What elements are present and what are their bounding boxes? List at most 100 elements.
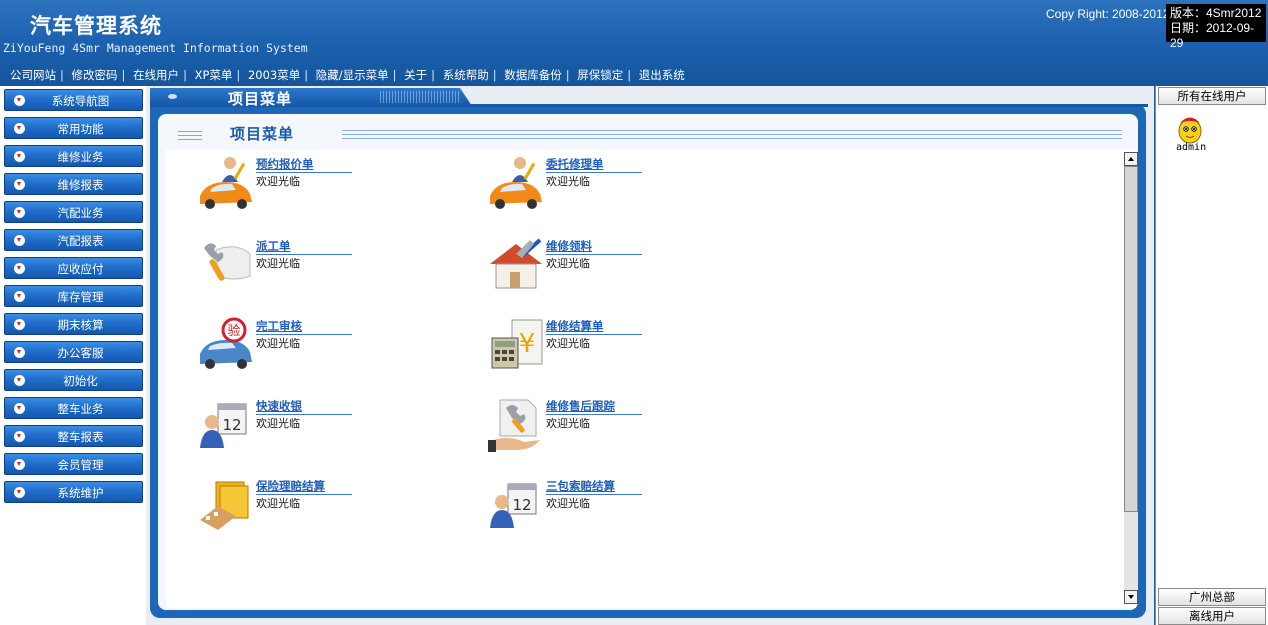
menu-xp[interactable]: XP菜单	[195, 68, 233, 82]
scroll-down-button[interactable]	[1124, 590, 1138, 604]
menu-company-site[interactable]: 公司网站	[10, 68, 56, 82]
date-text: 日期：2012-09-29	[1170, 21, 1255, 50]
nav-period-accounting[interactable]: 期末核算	[4, 313, 143, 335]
nav-parts-reports[interactable]: 汽配报表	[4, 229, 143, 251]
menu-item-desc: 欢迎光临	[256, 337, 300, 350]
nav-receivable-payable[interactable]: 应收应付	[4, 257, 143, 279]
house-tools-icon	[490, 238, 542, 289]
menu-item-desc: 欢迎光临	[256, 257, 300, 270]
svg-text:12: 12	[512, 496, 531, 514]
sidebar: 系统导航图 常用功能 维修业务 维修报表 汽配业务 汽配报表 应收应付 库存管理…	[0, 86, 147, 625]
nav-repair-reports[interactable]: 维修报表	[4, 173, 143, 195]
menu-item-quick-cashier[interactable]: 12 快速收银 欢迎光临	[196, 396, 396, 458]
offline-users-button[interactable]: 离线用户	[1158, 607, 1266, 625]
online-users-panel: 所有在线用户 admin 广州总部 离线用户	[1155, 86, 1268, 625]
menu-item-desc: 欢迎光临	[256, 497, 300, 510]
tab-project-menu[interactable]: 项目菜单	[150, 88, 472, 106]
svg-text:12: 12	[222, 416, 241, 434]
menu-item-desc: 欢迎光临	[546, 337, 590, 350]
menu-item-insurance-claim[interactable]: 保险理赔结算 欢迎光临	[196, 476, 396, 538]
app-subtitle: ZiYouFeng 4Smr Management Information Sy…	[3, 41, 308, 55]
menu-item-title[interactable]: 快速收银	[256, 398, 302, 414]
top-menu: 公司网站 | 修改密码 | 在线用户 | XP菜单 | 2003菜单 | 隐藏/显示菜单 |…	[10, 68, 685, 82]
menu-online-users[interactable]: 在线用户	[133, 68, 179, 82]
menu-item-title[interactable]: 维修售后跟踪	[546, 398, 615, 414]
menu-item-warranty-claim[interactable]: 12 三包索赔结算 欢迎光临	[486, 476, 686, 538]
menu-item-title[interactable]: 派工单	[256, 238, 291, 254]
nav-inventory[interactable]: 库存管理	[4, 285, 143, 307]
nav-common-functions[interactable]: 常用功能	[4, 117, 143, 139]
vertical-scrollbar[interactable]	[1124, 152, 1138, 604]
menu-item-title[interactable]: 委托修理单	[546, 156, 604, 172]
nav-vehicle-business[interactable]: 整车业务	[4, 397, 143, 419]
svg-text:验: 验	[227, 323, 240, 339]
nav-office-service[interactable]: 办公客服	[4, 341, 143, 363]
nav-vehicle-reports[interactable]: 整车报表	[4, 425, 143, 447]
menu-item-title[interactable]: 预约报价单	[256, 156, 314, 172]
wrench-hand-icon	[204, 243, 251, 281]
menu-item-repair-materials[interactable]: 维修领料 欢迎光临	[486, 236, 686, 298]
all-online-users-button[interactable]: 所有在线用户	[1158, 87, 1266, 105]
menu-item-desc: 欢迎光临	[256, 417, 300, 430]
copyright-text: Copy Right: 2008-2012	[1046, 7, 1170, 21]
menu-item-desc: 欢迎光临	[546, 417, 590, 430]
user-avatar-icon[interactable]	[1176, 114, 1204, 144]
panel-frame: 项目菜单 预约报价单 欢迎光临 委托修理单 欢迎光临 派工单 欢迎光临 维修领料…	[150, 104, 1146, 618]
folder-tools-icon	[200, 481, 249, 530]
car-user-icon	[200, 157, 252, 209]
menu-item-desc: 欢迎光临	[546, 257, 590, 270]
nav-navigation-map[interactable]: 系统导航图	[4, 89, 143, 111]
scroll-up-button[interactable]	[1124, 152, 1138, 166]
car-inspect-icon: 验	[200, 317, 252, 369]
menu-change-password[interactable]: 修改密码	[72, 68, 118, 82]
panel-inner: 项目菜单 预约报价单 欢迎光临 委托修理单 欢迎光临 派工单 欢迎光临 维修领料…	[158, 114, 1138, 610]
header-lines-decor	[178, 131, 202, 141]
panel-title: 项目菜单	[230, 125, 295, 143]
menu-screen-lock[interactable]: 屏保锁定	[577, 68, 623, 82]
menu-toggle-menu[interactable]: 隐藏/显示菜单	[316, 68, 389, 82]
menu-item-title[interactable]: 维修领料	[546, 238, 592, 254]
nav-repair-business[interactable]: 维修业务	[4, 145, 143, 167]
menu-item-after-sales-tracking[interactable]: 维修售后跟踪 欢迎光临	[486, 396, 686, 458]
menu-item-booking-quote[interactable]: 预约报价单 欢迎光临	[196, 154, 396, 216]
menu-item-repair-order[interactable]: 委托修理单 欢迎光临	[486, 154, 686, 216]
header-lines-decor	[342, 130, 1122, 142]
nav-initialization[interactable]: 初始化	[4, 369, 143, 391]
menu-item-repair-settlement[interactable]: ¥ 维修结算单 欢迎光临	[486, 316, 686, 378]
menu-item-dispatch[interactable]: 派工单 欢迎光临	[196, 236, 396, 298]
header: 汽车管理系统 ZiYouFeng 4Smr Management Informa…	[0, 0, 1268, 86]
scroll-thumb[interactable]	[1124, 166, 1138, 512]
menu-item-title[interactable]: 保险理赔结算	[256, 478, 325, 494]
car-user-icon	[490, 157, 542, 209]
location-button[interactable]: 广州总部	[1158, 588, 1266, 606]
menu-content: 预约报价单 欢迎光临 委托修理单 欢迎光临 派工单 欢迎光临 维修领料 欢迎光临…	[166, 150, 1138, 608]
calendar-user-icon: 12	[490, 483, 537, 528]
svg-text:¥: ¥	[519, 329, 536, 359]
menu-item-completion-review[interactable]: 验 完工审核 欢迎光临	[196, 316, 396, 378]
menu-item-title[interactable]: 完工审核	[256, 318, 302, 334]
app-title: 汽车管理系统	[30, 14, 162, 38]
calendar-user-icon: 12	[200, 403, 247, 448]
version-box: 版本：4Smr2012 日期：2012-09-29	[1166, 4, 1266, 50]
menu-db-backup[interactable]: 数据库备份	[504, 68, 562, 82]
tab-dot-icon	[168, 94, 177, 99]
menu-item-title[interactable]: 维修结算单	[546, 318, 604, 334]
menu-item-desc: 欢迎光临	[546, 175, 590, 188]
tab-stripes-decor	[380, 91, 460, 103]
menu-item-title[interactable]: 三包索赔结算	[546, 478, 615, 494]
menu-help[interactable]: 系统帮助	[443, 68, 489, 82]
menu-item-desc: 欢迎光临	[546, 497, 590, 510]
menu-exit[interactable]: 退出系统	[639, 68, 685, 82]
menu-2003[interactable]: 2003菜单	[248, 68, 300, 82]
menu-item-desc: 欢迎光临	[256, 175, 300, 188]
menu-about[interactable]: 关于	[404, 68, 427, 82]
panel-header: 项目菜单	[158, 114, 1138, 150]
version-text: 版本：4Smr2012	[1170, 6, 1262, 20]
nav-member-management[interactable]: 会员管理	[4, 453, 143, 475]
nav-parts-business[interactable]: 汽配业务	[4, 201, 143, 223]
nav-system-maintenance[interactable]: 系统维护	[4, 481, 143, 503]
calculator-yen-icon: ¥	[491, 319, 543, 369]
main-frame: 项目菜单 预约报价单 欢迎光临 委托修理单 欢迎光临 派工单 欢迎光临 维修领料…	[146, 86, 1154, 625]
user-name: admin	[1176, 142, 1207, 153]
wrench-doc-icon	[488, 399, 540, 452]
